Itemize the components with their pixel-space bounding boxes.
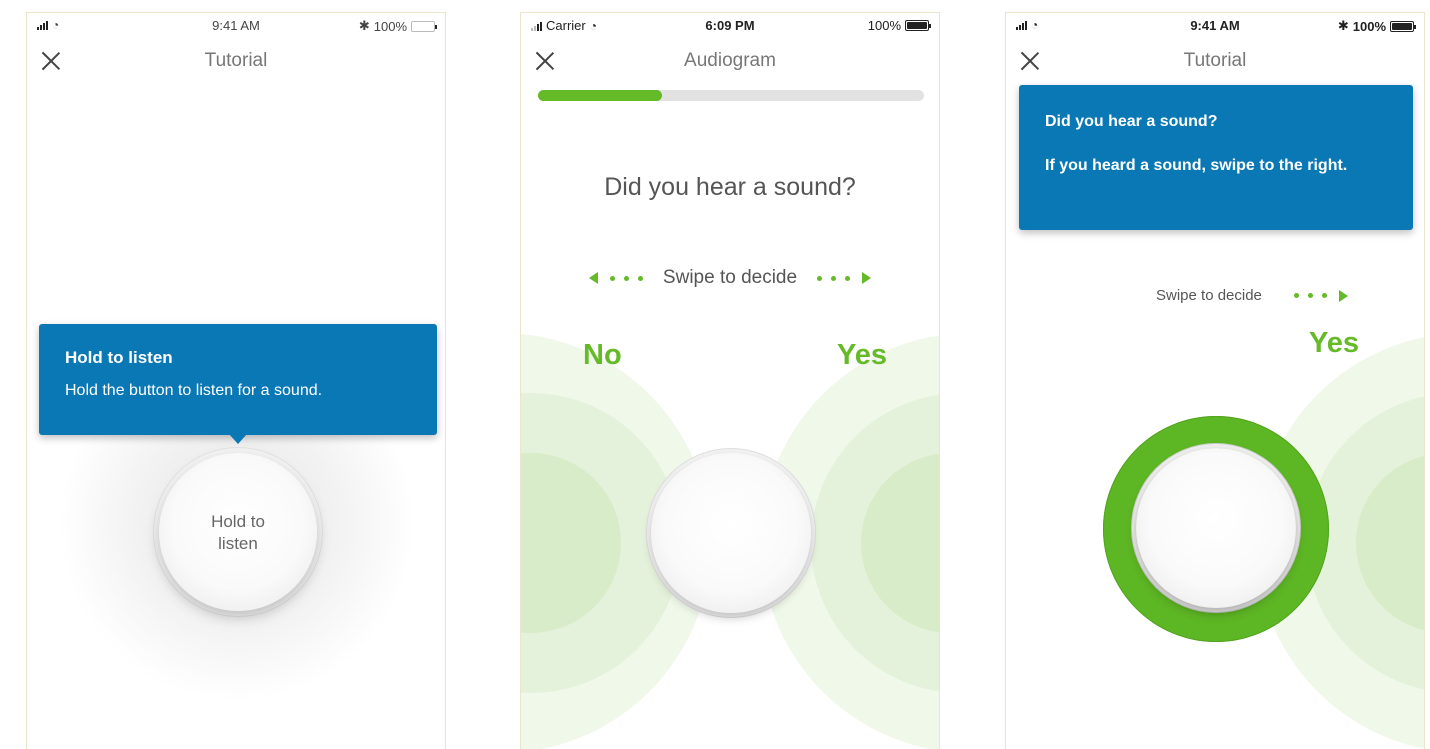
page-title: Tutorial	[1183, 50, 1247, 71]
swipe-hint: Swipe to decide	[521, 267, 939, 289]
arrow-right-icon	[1338, 289, 1348, 302]
tooltip-pointer	[229, 434, 247, 444]
yes-label: Yes	[837, 339, 887, 371]
status-bar: ◔ 9:41 AM ✱ 100%	[1006, 13, 1424, 39]
battery-percent: 100%	[373, 18, 407, 34]
tooltip-title: Did you hear a sound?	[1045, 113, 1218, 130]
battery-percent: 100%	[1352, 18, 1386, 34]
question-text: Did you hear a sound?	[604, 173, 856, 201]
tooltip-body: Hold the button to listen for a sound.	[65, 382, 323, 399]
button-label-line2: listen	[218, 534, 258, 553]
swipe-tooltip: Did you hear a sound? If you heard a sou…	[1019, 85, 1413, 230]
nav-bar: Audiogram	[521, 45, 939, 79]
swipe-button[interactable]	[1136, 448, 1296, 608]
page-title: Audiogram	[684, 50, 776, 71]
nav-bar: Tutorial	[27, 45, 445, 79]
dots-left-icon	[609, 275, 643, 281]
battery-percent: 100%	[867, 18, 901, 33]
dots-right-icon	[1293, 293, 1327, 298]
no-label: No	[583, 339, 622, 371]
swipe-hint-label: Swipe to decide	[1156, 287, 1262, 304]
progress-fill	[538, 90, 662, 101]
arrow-left-icon	[588, 272, 598, 284]
bluetooth-icon: ✱	[1337, 18, 1349, 33]
arrow-right-icon	[862, 272, 872, 284]
status-bar: ◔ 9:41 AM ✱ 100%	[27, 13, 445, 39]
nav-bar: Tutorial	[1006, 45, 1424, 79]
tutorial-swipe-screen: ◔ 9:41 AM ✱ 100% Tutorial Did you hear a…	[1005, 12, 1425, 749]
bluetooth-icon: ✱	[358, 18, 370, 33]
swipe-button[interactable]	[651, 453, 811, 613]
tooltip-body: If you heard a sound, swipe to the right…	[1045, 157, 1348, 174]
button-label-line1: Hold to	[211, 512, 265, 531]
battery-icon	[1390, 20, 1416, 32]
progress-track	[538, 90, 924, 101]
page-title: Tutorial	[204, 50, 268, 71]
tutorial-hold-screen: ◔ 9:41 AM ✱ 100% Tutorial Hold to listen…	[26, 12, 446, 749]
swipe-hint-label: Swipe to decide	[662, 267, 798, 288]
tooltip-title: Hold to listen	[65, 348, 173, 367]
yes-label: Yes	[1309, 327, 1359, 359]
dots-right-icon	[817, 275, 851, 281]
battery-icon	[411, 20, 437, 32]
audiogram-screen: Carrier ◔ 6:09 PM 100% Audiogram Did you…	[520, 12, 940, 749]
hold-tooltip: Hold to listen Hold the button to listen…	[39, 324, 437, 435]
swipe-hint: Swipe to decide	[1156, 287, 1348, 304]
hold-to-listen-button[interactable]: Hold to listen	[159, 453, 317, 611]
battery-icon	[905, 20, 931, 31]
status-bar: Carrier ◔ 6:09 PM 100%	[521, 13, 939, 39]
